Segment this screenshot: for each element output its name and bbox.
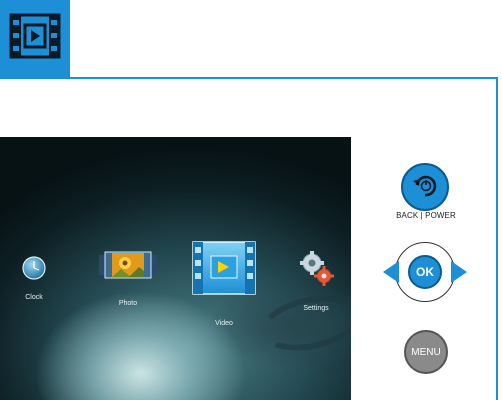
menu-button[interactable]: MENU <box>404 330 448 374</box>
film-play-icon <box>9 13 61 59</box>
menu-label-settings: Settings <box>303 305 329 312</box>
header-video-tile <box>0 0 70 77</box>
gears-icon <box>300 251 334 286</box>
manual-illustration: Clock Photo Video Settings BACK | POWER … <box>0 0 502 400</box>
back-power-icon <box>413 175 437 197</box>
menu-item-settings[interactable]: Settings <box>294 249 338 312</box>
menu-label-photo: Photo <box>118 300 138 307</box>
menu-item-photo[interactable]: Photo <box>98 249 158 307</box>
ok-button[interactable]: OK <box>408 255 442 289</box>
menu-item-clock[interactable]: Clock <box>14 255 54 301</box>
device-screen: Clock Photo Video Settings <box>0 137 351 400</box>
photo-filmstrip-icon <box>99 251 157 279</box>
back-power-label: BACK | POWER <box>396 211 456 220</box>
menu-item-video[interactable]: Video <box>190 240 258 327</box>
right-arrow-button[interactable] <box>451 261 467 283</box>
video-icon <box>192 241 256 295</box>
clock-icon <box>22 256 46 280</box>
menu-label-video: Video <box>215 320 233 327</box>
back-power-button[interactable] <box>401 163 449 211</box>
menu-label-clock: Clock <box>25 294 43 301</box>
left-arrow-button[interactable] <box>383 261 399 283</box>
